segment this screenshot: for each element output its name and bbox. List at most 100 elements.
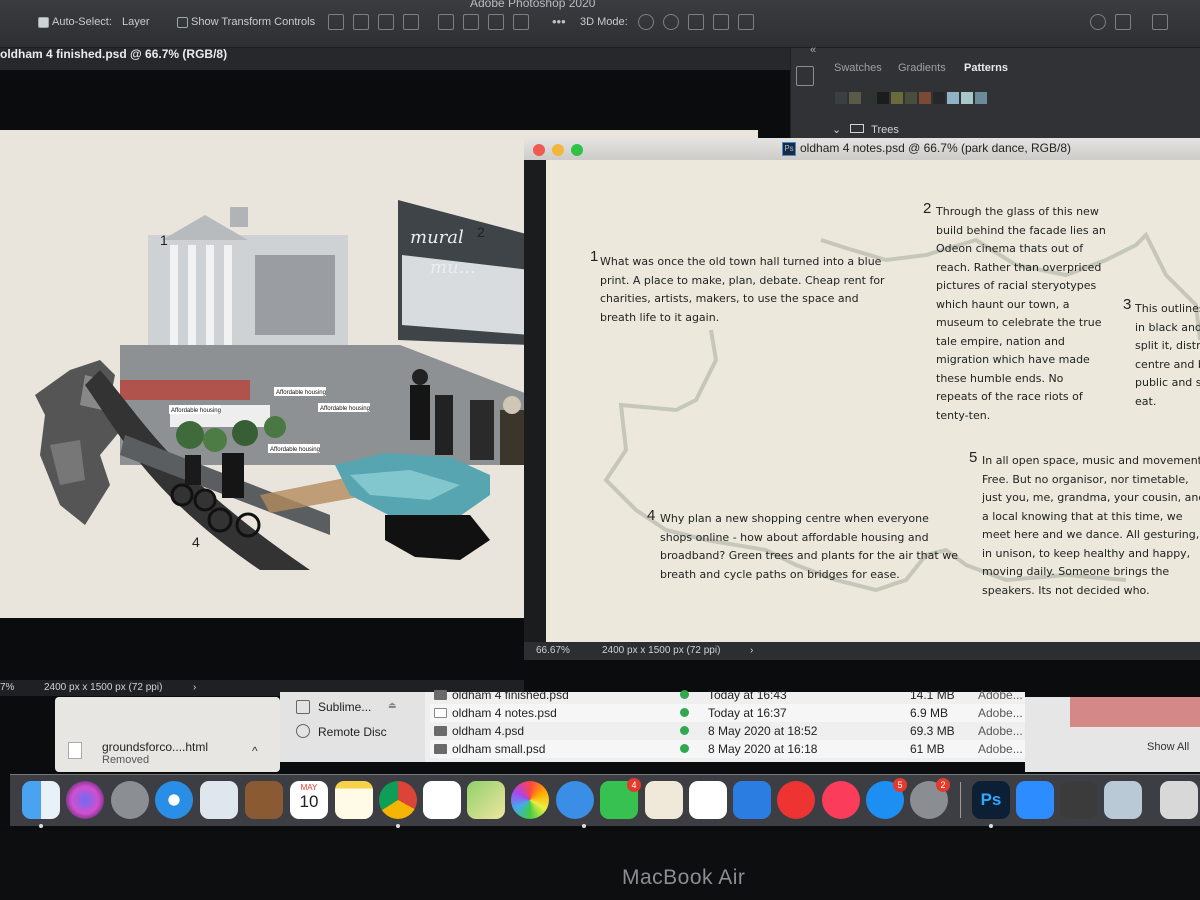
psd-file-icon bbox=[434, 726, 447, 736]
3d-pan-icon[interactable] bbox=[688, 14, 704, 30]
transform-controls-checkbox[interactable] bbox=[177, 17, 188, 28]
collage-label-1: 1 bbox=[160, 232, 168, 248]
distribute-horizontal-icon[interactable] bbox=[513, 14, 529, 30]
pattern-swatch[interactable] bbox=[947, 92, 959, 104]
photos-icon[interactable] bbox=[511, 781, 549, 819]
pattern-swatch[interactable] bbox=[919, 92, 931, 104]
messages-icon[interactable] bbox=[556, 781, 594, 819]
more-options-icon[interactable]: ••• bbox=[552, 14, 566, 29]
notes-canvas[interactable]: 1 What was once the old town hall turned… bbox=[546, 160, 1200, 642]
pattern-swatch[interactable] bbox=[849, 92, 861, 104]
contacts-icon[interactable] bbox=[245, 781, 283, 819]
pattern-swatch[interactable] bbox=[961, 92, 973, 104]
tab-swatches[interactable]: Swatches bbox=[834, 62, 882, 74]
search-icon[interactable] bbox=[1090, 14, 1106, 30]
finder-icon[interactable] bbox=[22, 781, 60, 819]
tab-patterns[interactable]: Patterns bbox=[964, 62, 1008, 74]
align-center-icon[interactable] bbox=[353, 14, 369, 30]
transform-controls-label: Show Transform Controls bbox=[191, 16, 316, 28]
news-icon[interactable] bbox=[777, 781, 815, 819]
document-tab[interactable]: oldham 4 finished.psd @ 66.7% (RGB/8) bbox=[0, 47, 227, 61]
synced-check-icon bbox=[680, 708, 689, 717]
auto-select-dropdown[interactable]: Layer bbox=[122, 16, 150, 28]
distribute-bottom-icon[interactable] bbox=[488, 14, 504, 30]
download-file-status: Removed bbox=[102, 754, 150, 766]
close-window-button[interactable] bbox=[533, 144, 545, 156]
main-zoom-value[interactable]: 7% bbox=[0, 682, 14, 693]
dock-divider bbox=[960, 782, 961, 818]
housing-tag-4: Affordable housing bbox=[270, 447, 320, 453]
pattern-swatch[interactable] bbox=[877, 92, 889, 104]
pattern-group-trees[interactable]: ⌄ Trees bbox=[832, 123, 899, 136]
align-right-icon[interactable] bbox=[378, 14, 394, 30]
safari-icon[interactable] bbox=[155, 781, 193, 819]
preview-icon[interactable] bbox=[1104, 781, 1142, 819]
pattern-swatch[interactable] bbox=[891, 92, 903, 104]
group-name: Trees bbox=[871, 124, 899, 136]
maximize-window-button[interactable] bbox=[571, 144, 583, 156]
auto-select-checkbox[interactable] bbox=[38, 17, 49, 28]
minimize-window-button[interactable] bbox=[552, 144, 564, 156]
note-text-4: Why plan a new shopping centre when ever… bbox=[660, 512, 958, 581]
distribute-top-icon[interactable] bbox=[438, 14, 454, 30]
reminders-icon[interactable] bbox=[423, 781, 461, 819]
numbers-icon[interactable] bbox=[689, 781, 727, 819]
tab-gradients[interactable]: Gradients bbox=[898, 62, 946, 74]
notes-zoom-value[interactable]: 66.67% bbox=[536, 645, 570, 656]
show-all-button[interactable]: Show All bbox=[1147, 741, 1189, 753]
file-kind: Adobe... bbox=[978, 742, 1023, 756]
pattern-swatch[interactable] bbox=[933, 92, 945, 104]
workspace-icon[interactable] bbox=[1115, 14, 1131, 30]
pattern-swatch[interactable] bbox=[835, 92, 847, 104]
download-chevron-icon[interactable]: ^ bbox=[252, 744, 258, 758]
flower-bed bbox=[120, 380, 250, 400]
tree bbox=[232, 420, 258, 446]
downloads-bar bbox=[55, 697, 280, 772]
align-left-icon[interactable] bbox=[328, 14, 344, 30]
file-row[interactable]: oldham 4 notes.psd Today at 16:37 6.9 MB… bbox=[430, 704, 1025, 722]
3d-roll-icon[interactable] bbox=[663, 14, 679, 30]
chevron-down-icon[interactable]: ⌄ bbox=[832, 124, 841, 136]
align-top-icon[interactable] bbox=[403, 14, 419, 30]
eject-icon[interactable]: ⏏ bbox=[388, 700, 397, 711]
downloads-stack-icon[interactable] bbox=[1160, 781, 1198, 819]
file-row[interactable]: oldham 4 finished.psd Today at 16:43 14.… bbox=[430, 686, 1025, 704]
distribute-middle-icon[interactable] bbox=[463, 14, 479, 30]
sublime-text-icon[interactable] bbox=[1060, 781, 1098, 819]
music-icon[interactable] bbox=[822, 781, 860, 819]
3d-scale-icon[interactable] bbox=[738, 14, 754, 30]
chrome-icon[interactable] bbox=[379, 781, 417, 819]
keynote-icon[interactable] bbox=[733, 781, 771, 819]
panel-tool-icon[interactable] bbox=[796, 66, 814, 86]
maps-icon[interactable] bbox=[467, 781, 505, 819]
launchpad-icon[interactable] bbox=[111, 781, 149, 819]
messages-badge: 4 bbox=[627, 778, 641, 792]
tree bbox=[176, 421, 204, 449]
photoshop-icon[interactable]: Ps bbox=[972, 781, 1010, 819]
sidebar-item-sublime[interactable]: Sublime... bbox=[318, 700, 371, 714]
share-icon[interactable] bbox=[1152, 14, 1168, 30]
pages-icon[interactable] bbox=[645, 781, 683, 819]
chevron-right-icon[interactable]: › bbox=[193, 682, 196, 693]
calendar-icon[interactable]: MAY 10 bbox=[290, 781, 328, 819]
mail-stamp-icon[interactable] bbox=[200, 781, 238, 819]
chevron-right-icon[interactable]: › bbox=[750, 645, 753, 656]
panel-collapse-icon[interactable]: « bbox=[810, 44, 816, 56]
notes-app-icon[interactable] bbox=[335, 781, 373, 819]
pattern-swatch[interactable] bbox=[975, 92, 987, 104]
download-file-name[interactable]: groundsforco....html bbox=[102, 740, 208, 754]
shadow-shape bbox=[385, 515, 490, 560]
siri-icon[interactable] bbox=[66, 781, 104, 819]
3d-slide-icon[interactable] bbox=[713, 14, 729, 30]
sidebar-item-remote-disc[interactable]: Remote Disc bbox=[318, 725, 387, 739]
3d-rotate-icon[interactable] bbox=[638, 14, 654, 30]
file-name: oldham 4 finished.psd bbox=[452, 688, 569, 702]
pattern-swatch[interactable] bbox=[863, 92, 875, 104]
psd-file-icon bbox=[434, 708, 447, 718]
file-row[interactable]: oldham 4.psd 8 May 2020 at 18:52 69.3 MB… bbox=[430, 722, 1025, 740]
zoom-icon[interactable] bbox=[1016, 781, 1054, 819]
pattern-swatch[interactable] bbox=[905, 92, 917, 104]
notes-window-title: oldham 4 notes.psd @ 66.7% (park dance, … bbox=[800, 141, 1071, 155]
file-date: 8 May 2020 at 16:18 bbox=[708, 742, 818, 756]
file-row[interactable]: oldham small.psd 8 May 2020 at 16:18 61 … bbox=[430, 740, 1025, 758]
